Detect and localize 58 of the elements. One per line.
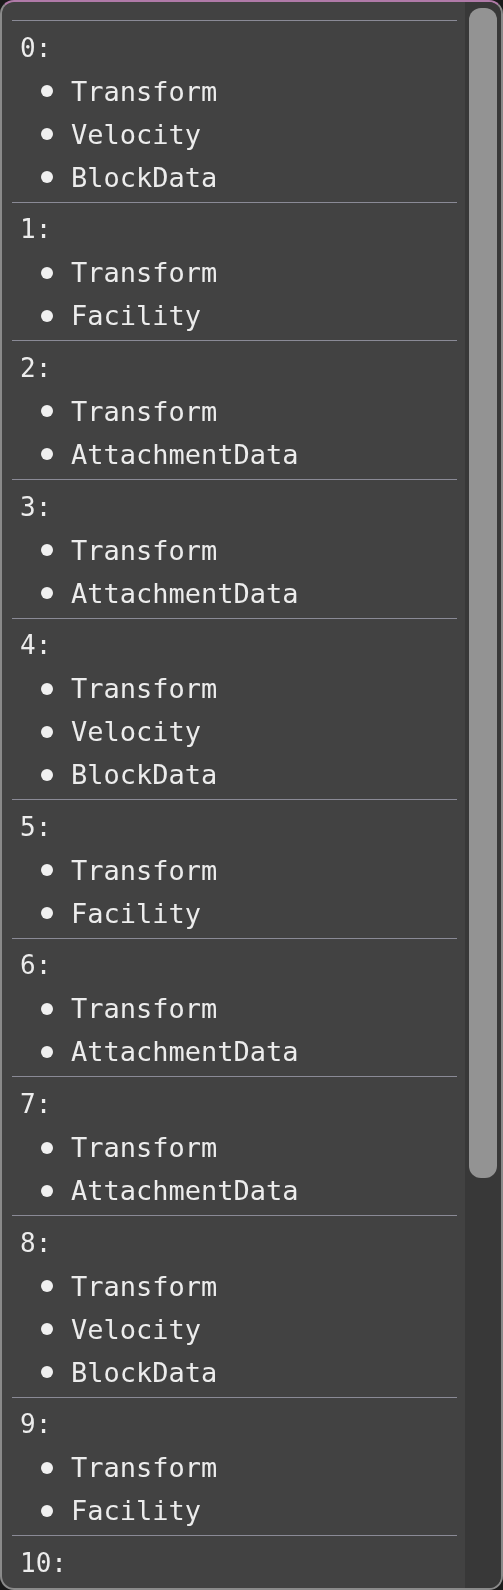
component-name: AttachmentData: [71, 438, 299, 470]
bullet-icon: [41, 1141, 53, 1154]
component-name: BlockData: [71, 161, 218, 193]
bullet-icon: [41, 864, 53, 877]
bullet-icon: [41, 1366, 53, 1379]
bullet-icon: [41, 1046, 53, 1058]
component-name: BlockData: [71, 759, 218, 791]
bullet-icon: [41, 1184, 53, 1197]
bullet-icon: [41, 544, 53, 557]
component-name: AttachmentData: [71, 577, 299, 609]
bullet-icon: [41, 682, 53, 695]
bullet-icon: [41, 768, 53, 781]
bullet-icon: [41, 309, 53, 322]
component-name: AttachmentData: [71, 1175, 299, 1207]
entity-label: 4:: [19, 629, 52, 663]
bullet-icon: [41, 266, 53, 279]
bullet-icon: [41, 587, 53, 600]
bullet-icon: [41, 1003, 53, 1015]
component-name: Transform: [71, 1270, 218, 1302]
component-name: Facility: [71, 1495, 202, 1527]
component-name: Transform: [71, 673, 218, 705]
component-name: Facility: [71, 300, 202, 332]
entity-label: 3:: [19, 490, 52, 524]
bullet-icon: [41, 725, 53, 738]
entity-label: 1:: [19, 213, 52, 247]
bullet-icon: [41, 405, 53, 418]
component-name: BlockData: [71, 1356, 218, 1388]
bullet-icon: [41, 1461, 53, 1474]
component-name: Transform: [71, 75, 218, 107]
bullet-icon: [41, 171, 53, 184]
component-name: Transform: [71, 534, 218, 566]
bullet-icon: [41, 1280, 53, 1293]
bullet-icon: [41, 128, 53, 141]
bullet-icon: [41, 1504, 53, 1517]
entity-label: 2:: [19, 351, 52, 385]
scrollbar-thumb[interactable]: [469, 8, 497, 1178]
component-name: AttachmentData: [71, 1036, 299, 1068]
component-name: Velocity: [71, 118, 202, 150]
component-name: Velocity: [71, 716, 202, 748]
component-name: Transform: [71, 993, 218, 1025]
bullet-icon: [41, 448, 53, 461]
entity-label: 0:: [19, 31, 52, 65]
entity-label: 7:: [19, 1088, 52, 1122]
bullet-icon: [41, 85, 53, 98]
component-name: Velocity: [71, 1313, 202, 1345]
entity-label: 8:: [19, 1226, 52, 1260]
component-name: Facility: [71, 897, 202, 929]
bullet-icon: [41, 907, 53, 920]
entity-label: 6:: [19, 949, 52, 983]
component-name: Transform: [71, 395, 218, 427]
entity-label: 10:: [19, 1547, 67, 1581]
component-name: Transform: [71, 1452, 218, 1484]
component-name: Transform: [71, 854, 218, 886]
component-name: Transform: [71, 257, 218, 289]
entity-label: 5:: [19, 810, 52, 844]
entity-label: 9:: [19, 1408, 52, 1442]
bullet-icon: [41, 1323, 53, 1336]
component-name: Transform: [71, 1132, 218, 1164]
